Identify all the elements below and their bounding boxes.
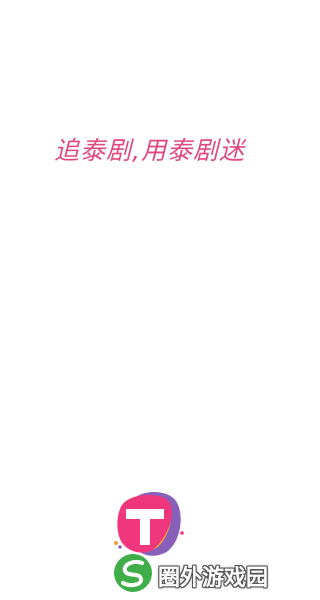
watermark: 圈外游戏园 [112,552,292,596]
watermark-text: 圈外游戏园 [158,566,269,591]
leaf-s-icon [114,554,152,592]
tai-ju-mi-app-logo-icon [114,492,184,556]
splash-slogan: 追泰剧,用泰剧迷 [54,136,245,165]
splash-screen: 追泰剧,用泰剧迷 圈外游戏园 [0,0,299,600]
